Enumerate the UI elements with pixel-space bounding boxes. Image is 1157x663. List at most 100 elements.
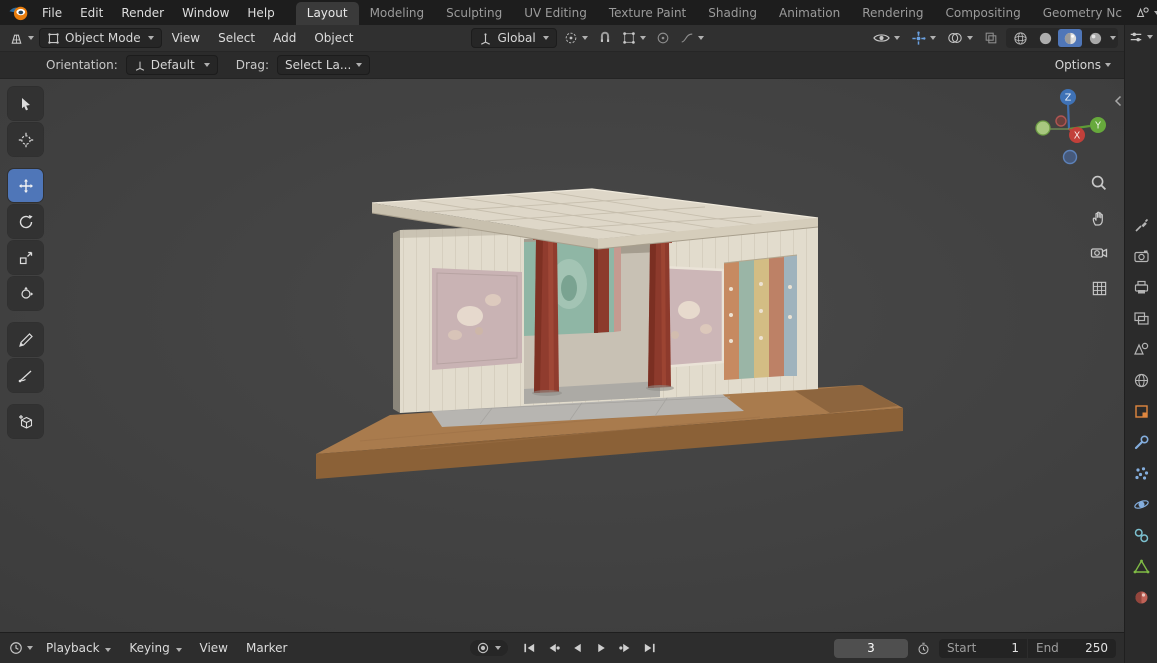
tool-add-cube[interactable] — [8, 405, 43, 438]
menu-timeline-view[interactable]: View — [192, 637, 236, 659]
clock-icon — [9, 641, 23, 655]
properties-tab-render[interactable] — [1129, 247, 1153, 266]
start-frame-field[interactable]: Start 1 — [938, 638, 1027, 658]
tab-compositing[interactable]: Compositing — [934, 2, 1031, 25]
menu-view[interactable]: View — [164, 27, 208, 49]
gizmos-toggle-button[interactable] — [908, 28, 939, 48]
axis-x-label[interactable]: X — [1074, 131, 1081, 142]
auto-key-button[interactable] — [469, 640, 508, 656]
tool-rotate[interactable] — [8, 205, 43, 238]
proportional-edit-button[interactable] — [653, 28, 673, 48]
properties-tab-physics[interactable] — [1129, 495, 1153, 514]
tool-measure[interactable] — [8, 359, 43, 392]
tab-sculpting[interactable]: Sculpting — [435, 2, 513, 25]
properties-tab-scene[interactable] — [1129, 340, 1153, 359]
tab-layout[interactable]: Layout — [295, 2, 359, 25]
menu-object[interactable]: Object — [306, 27, 361, 49]
end-frame-field[interactable]: End 250 — [1027, 638, 1116, 658]
proportional-falloff-button[interactable] — [677, 28, 707, 48]
menu-select[interactable]: Select — [210, 27, 263, 49]
pan-button[interactable] — [1087, 206, 1111, 230]
snap-target-button[interactable] — [619, 28, 649, 48]
jump-to-start-button[interactable] — [520, 639, 540, 657]
tool-select-box[interactable] — [8, 87, 43, 120]
tab-shading[interactable]: Shading — [697, 2, 768, 25]
snap-toggle-button[interactable] — [595, 28, 615, 48]
next-keyframe-button[interactable] — [616, 639, 636, 657]
drag-dropdown[interactable]: Select La... — [276, 55, 371, 75]
tool-cursor[interactable] — [8, 123, 43, 156]
play-reverse-button[interactable] — [568, 639, 588, 657]
orientation-default-dropdown[interactable]: Default — [125, 55, 218, 75]
properties-tab-material[interactable] — [1129, 588, 1153, 607]
timeline-bar: Playback Keying View Marker 3 Start 1 En… — [0, 632, 1124, 663]
preview-range-button[interactable] — [914, 638, 933, 658]
tool-move[interactable] — [8, 169, 43, 202]
chevron-down-icon — [542, 36, 549, 40]
tab-texture-paint[interactable]: Texture Paint — [598, 2, 697, 25]
tool-annotate[interactable] — [8, 323, 43, 356]
menu-keying[interactable]: Keying — [121, 637, 189, 659]
zoom-button[interactable] — [1087, 171, 1111, 195]
ortho-toggle-button[interactable] — [1087, 276, 1111, 300]
tab-geometry-nodes[interactable]: Geometry Nc — [1032, 2, 1133, 25]
properties-editor-type-button[interactable] — [1129, 30, 1153, 44]
properties-tab-constraints[interactable] — [1129, 526, 1153, 545]
chevron-down-icon — [1105, 63, 1111, 67]
previous-keyframe-button[interactable] — [544, 639, 564, 657]
properties-tab-tool[interactable] — [1129, 216, 1153, 235]
xray-toggle-button[interactable] — [981, 28, 1001, 48]
axis-z-label[interactable]: Z — [1065, 93, 1072, 104]
sidebar-collapse-arrow[interactable] — [1114, 95, 1122, 107]
properties-tab-world[interactable] — [1129, 371, 1153, 390]
viewport-canvas[interactable] — [0, 79, 1124, 632]
pivot-point-button[interactable] — [561, 28, 591, 48]
camera-view-button[interactable] — [1087, 241, 1111, 265]
chevron-down-icon — [105, 648, 112, 652]
timeline-editor-button[interactable] — [6, 638, 36, 658]
menu-playback[interactable]: Playback — [38, 637, 119, 659]
properties-tab-output[interactable] — [1129, 278, 1153, 297]
axis-gizmo[interactable]: Z Y X — [1034, 87, 1108, 165]
menu-edit[interactable]: Edit — [71, 3, 112, 23]
editor-type-button[interactable] — [6, 28, 37, 48]
jump-to-end-button[interactable] — [640, 639, 660, 657]
scene-browse-button[interactable] — [1133, 3, 1157, 23]
options-dropdown[interactable]: Options — [1052, 55, 1114, 75]
overlays-button[interactable] — [944, 28, 976, 48]
menu-window[interactable]: Window — [173, 3, 238, 23]
tab-modeling[interactable]: Modeling — [359, 2, 436, 25]
tool-transform[interactable] — [8, 277, 43, 310]
properties-tab-modifiers[interactable] — [1129, 433, 1153, 452]
drag-field-label: Drag: — [235, 58, 269, 72]
play-button[interactable] — [592, 639, 612, 657]
menu-help[interactable]: Help — [238, 3, 283, 23]
shading-rendered-button[interactable] — [1083, 29, 1107, 47]
properties-tab-object[interactable] — [1129, 402, 1153, 421]
tab-uv-editing[interactable]: UV Editing — [513, 2, 598, 25]
tool-scale[interactable] — [8, 241, 43, 274]
properties-tab-object-data[interactable] — [1129, 557, 1153, 576]
object-mode-icon — [47, 32, 60, 45]
drag-value: Select La... — [284, 58, 352, 72]
shading-material-button[interactable] — [1058, 29, 1082, 47]
shading-solid-button[interactable] — [1033, 29, 1057, 47]
properties-tab-view-layer[interactable] — [1129, 309, 1153, 328]
menu-marker[interactable]: Marker — [238, 637, 295, 659]
orientation-dropdown[interactable]: Global — [471, 28, 557, 48]
chevron-down-icon — [175, 648, 182, 652]
tab-animation[interactable]: Animation — [768, 2, 851, 25]
properties-editor — [1124, 25, 1157, 663]
menu-add[interactable]: Add — [265, 27, 304, 49]
menu-render[interactable]: Render — [112, 3, 173, 23]
blender-logo-icon[interactable] — [8, 4, 29, 22]
current-frame-field[interactable]: 3 — [833, 638, 908, 658]
axis-y-label[interactable]: Y — [1094, 121, 1101, 132]
visibility-button[interactable] — [870, 28, 903, 48]
mode-dropdown[interactable]: Object Mode — [39, 28, 162, 48]
menu-file[interactable]: File — [33, 3, 71, 23]
properties-tab-particles[interactable] — [1129, 464, 1153, 483]
shading-wireframe-button[interactable] — [1008, 29, 1032, 47]
tab-rendering[interactable]: Rendering — [851, 2, 934, 25]
chevron-down-icon — [356, 63, 363, 67]
